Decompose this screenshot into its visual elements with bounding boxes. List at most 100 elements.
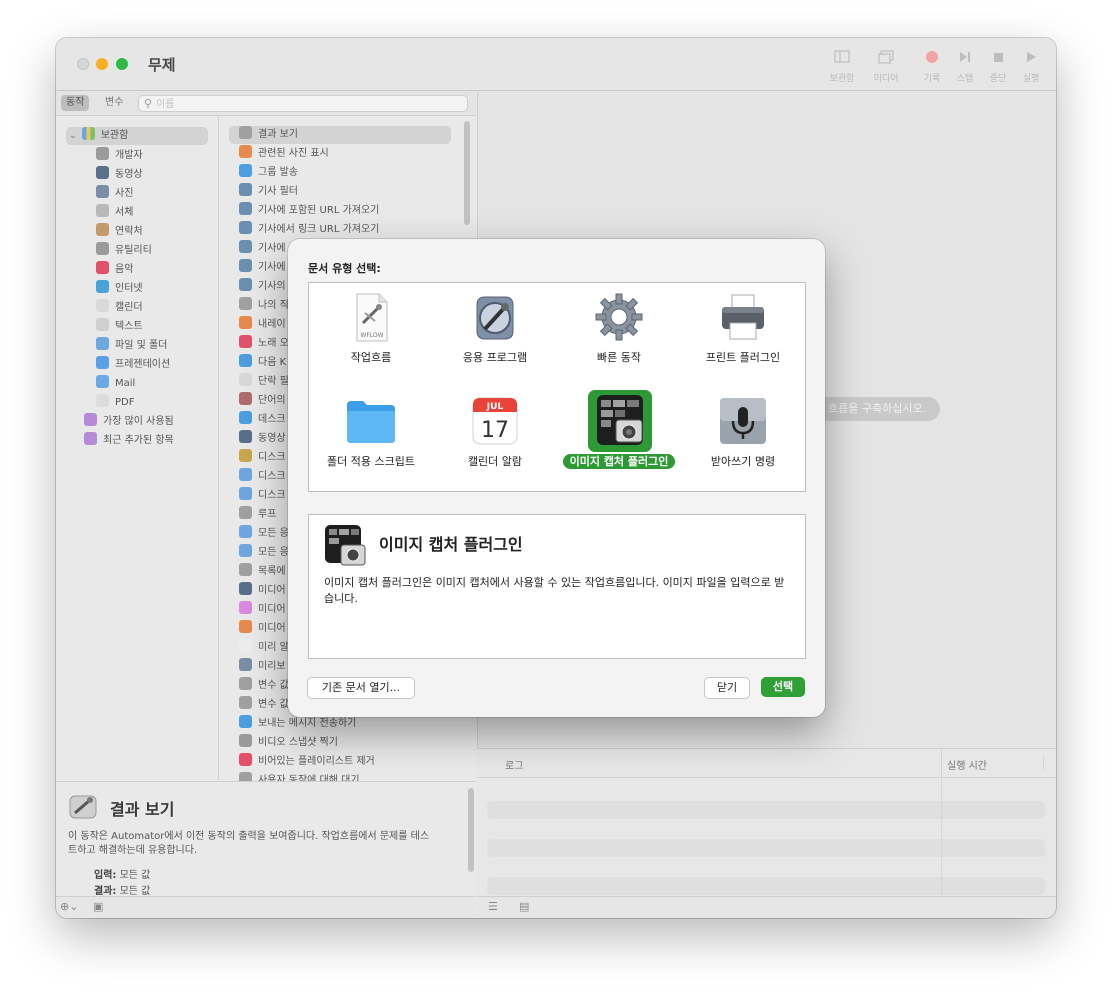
action-item[interactable]: 다음 K — [229, 354, 286, 372]
action-item[interactable]: 내레이 — [229, 316, 286, 334]
split-view-icon[interactable]: ▤ — [519, 900, 529, 913]
run-button[interactable]: 실행 — [1013, 50, 1049, 84]
library-item[interactable]: 텍스트 — [96, 318, 143, 336]
library-item[interactable]: 유틸리티 — [96, 242, 152, 260]
library-item[interactable]: Mail — [96, 375, 135, 393]
action-item[interactable]: 기사 필터 — [229, 183, 298, 201]
action-icon — [239, 677, 252, 690]
stop-button[interactable]: 중단 — [980, 50, 1016, 84]
image-capture-icon — [588, 390, 652, 452]
type-quick-action[interactable]: 빠른 동작 — [557, 287, 681, 381]
library-item[interactable]: 사진 — [96, 185, 133, 203]
action-item[interactable]: 관련된 사진 표시 — [229, 145, 329, 163]
library-item[interactable]: 서체 — [96, 204, 133, 222]
step-button[interactable]: 스텝 — [947, 50, 983, 84]
type-print-plugin[interactable]: 프린트 플러그인 — [681, 287, 805, 381]
action-item-label: 나의 직 — [258, 300, 289, 311]
minimize-window-button[interactable] — [96, 58, 108, 70]
record-button[interactable]: 기록 — [914, 50, 950, 84]
action-item[interactable]: 목록에 — [229, 563, 286, 581]
action-item[interactable]: 보내는 메시지 전송하기 — [229, 715, 356, 733]
action-item[interactable]: 미디어 — [229, 601, 286, 619]
actions-scrollbar[interactable] — [464, 121, 470, 225]
action-item[interactable]: 단어의 — [229, 392, 286, 410]
action-item[interactable]: 그룹 발송 — [229, 164, 298, 182]
type-dictation-command[interactable]: 받아쓰기 명령 — [681, 391, 805, 485]
action-item[interactable]: 모든 응 — [229, 525, 289, 543]
type-image-capture-plugin[interactable]: 이미지 캡처 플러그인 — [557, 390, 681, 485]
search-input[interactable]: ⚲ 이름 — [138, 95, 468, 112]
action-item[interactable]: 기사의 — [229, 278, 286, 296]
type-workflow[interactable]: WFLOW 작업흐름 — [309, 287, 433, 381]
action-item[interactable]: 사용자 동작에 대해 대기 — [229, 772, 360, 781]
action-item[interactable]: 기사에 — [229, 240, 286, 258]
action-item[interactable]: 변수 값 — [229, 696, 289, 714]
action-icon — [239, 145, 252, 158]
library-item[interactable]: 음악 — [96, 261, 133, 279]
choose-button[interactable]: 선택 — [761, 677, 805, 697]
action-icon — [239, 696, 252, 709]
library-root[interactable]: ⌄ 보관함 — [66, 127, 208, 145]
action-item[interactable]: 디스크 — [229, 449, 286, 467]
description-scrollbar[interactable] — [468, 788, 474, 872]
action-item[interactable]: 데스크 — [229, 411, 286, 429]
type-folder-action[interactable]: 폴더 적용 스크립트 — [309, 391, 433, 485]
action-item[interactable]: 비어있는 플레이리스트 제거 — [229, 753, 375, 771]
action-item[interactable]: 나의 직 — [229, 297, 289, 315]
tab-variables[interactable]: 변수 — [100, 95, 128, 111]
action-item[interactable]: 기사에 — [229, 259, 286, 277]
time-column-header[interactable]: 실행 시간 — [947, 757, 987, 772]
action-item[interactable]: 기사에서 링크 URL 가져오기 — [229, 221, 379, 239]
open-existing-button[interactable]: 기존 문서 열기... — [307, 677, 415, 699]
stop-label: 중단 — [989, 74, 1007, 84]
smart-group-item[interactable]: 가장 많이 사용됨 — [84, 413, 174, 431]
action-item[interactable]: 디스크 — [229, 468, 286, 486]
zoom-window-button[interactable] — [116, 58, 128, 70]
library-toggle-button[interactable]: 보관함 — [824, 50, 860, 84]
image-capture-icon — [323, 523, 369, 567]
action-item[interactable]: 기사에 포함된 URL 가져오기 — [229, 202, 379, 220]
action-item[interactable]: 변수 값 — [229, 677, 289, 695]
list-view-icon[interactable]: ☰ — [488, 900, 498, 913]
action-item[interactable]: 비디오 스냅샷 찍기 — [229, 734, 338, 752]
action-item[interactable]: 디스크 — [229, 487, 286, 505]
record-label: 기록 — [923, 74, 941, 84]
action-item[interactable]: 미리보 — [229, 658, 286, 676]
action-item[interactable]: 노래 오 — [229, 335, 289, 353]
library-item[interactable]: 캘린더 — [96, 299, 143, 317]
action-item[interactable]: 단락 필 — [229, 373, 289, 391]
library-item[interactable]: 개발자 — [96, 147, 143, 165]
type-calendar-alarm[interactable]: JUL 17 캘린더 알람 — [433, 391, 557, 485]
smart-group-item[interactable]: 최근 추가된 항목 — [84, 432, 174, 450]
action-item[interactable]: 미리 알 — [229, 639, 289, 657]
action-item[interactable]: 모든 응 — [229, 544, 289, 562]
title-bar: 무제 보관함 미디어 기록 스텝 중단 실행 — [56, 38, 1056, 91]
action-item[interactable]: 미디어 — [229, 620, 286, 638]
action-item-label: 변수 값 — [258, 699, 289, 710]
type-application[interactable]: 응용 프로그램 — [433, 287, 557, 381]
action-icon — [239, 354, 252, 367]
action-menu-icon[interactable]: ⊕⌄ — [60, 900, 78, 913]
action-item-label: 단어의 — [258, 395, 286, 406]
action-item[interactable]: 결과 보기 — [229, 126, 451, 144]
description-toggle-icon[interactable]: ▣ — [93, 900, 103, 913]
library-item[interactable]: PDF — [96, 394, 134, 412]
library-item[interactable]: 프레젠테이션 — [96, 356, 170, 374]
library-item[interactable]: 파일 및 폴더 — [96, 337, 167, 355]
selected-type-label: 이미지 캡처 플러그인 — [562, 454, 676, 469]
action-item[interactable]: 동영상 — [229, 430, 286, 448]
log-column-header[interactable]: 로그 — [505, 757, 523, 772]
library-item[interactable]: 연락처 — [96, 223, 143, 241]
library-item[interactable]: 동영상 — [96, 166, 143, 184]
action-item[interactable]: 미디어 — [229, 582, 286, 600]
action-item-label: 관련된 사진 표시 — [258, 148, 329, 159]
internet-icon — [96, 280, 109, 293]
close-window-button[interactable] — [77, 58, 89, 70]
library-item[interactable]: 인터넷 — [96, 280, 143, 298]
tab-actions[interactable]: 동작 — [61, 95, 90, 111]
action-item[interactable]: 루프 — [229, 506, 276, 524]
media-button[interactable]: 미디어 — [868, 50, 904, 84]
log-row — [487, 801, 1045, 819]
close-button[interactable]: 닫기 — [704, 677, 750, 699]
action-icon — [239, 772, 252, 781]
